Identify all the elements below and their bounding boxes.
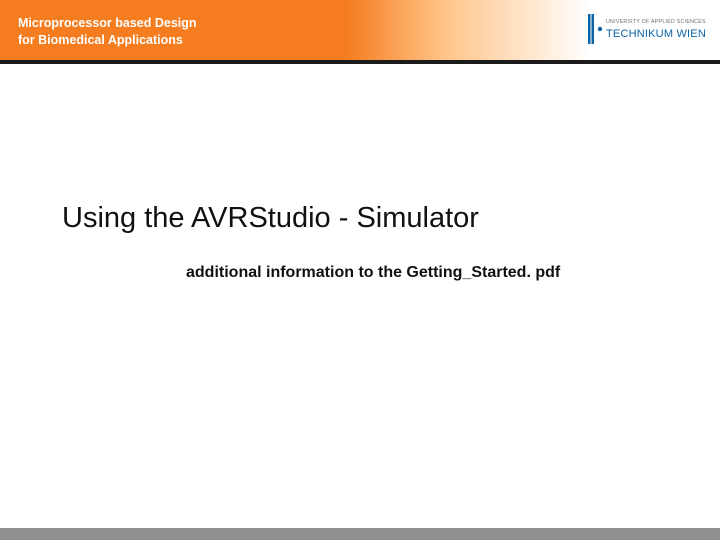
header-text-block: Microprocessor based Design for Biomedic…: [0, 11, 197, 49]
slide-content: Using the AVRStudio - Simulator addition…: [0, 64, 720, 528]
header-line-1: Microprocessor based Design: [18, 15, 197, 32]
header-line-2: for Biomedical Applications: [18, 32, 197, 49]
slide-footer-bar: [0, 528, 720, 540]
svg-text:TECHNIKUM WIEN: TECHNIKUM WIEN: [606, 28, 706, 40]
svg-text:UNIVERSITY OF APPLIED SCIENCES: UNIVERSITY OF APPLIED SCIENCES: [606, 19, 706, 25]
slide-header: Microprocessor based Design for Biomedic…: [0, 0, 720, 60]
slide-subtitle: additional information to the Getting_St…: [186, 264, 560, 282]
slide-title: Using the AVRStudio - Simulator: [62, 202, 479, 235]
logo-svg: UNIVERSITY OF APPLIED SCIENCES TECHNIKUM…: [586, 6, 706, 52]
slide: Microprocessor based Design for Biomedic…: [0, 0, 720, 540]
technikum-wien-logo: UNIVERSITY OF APPLIED SCIENCES TECHNIKUM…: [586, 6, 706, 52]
